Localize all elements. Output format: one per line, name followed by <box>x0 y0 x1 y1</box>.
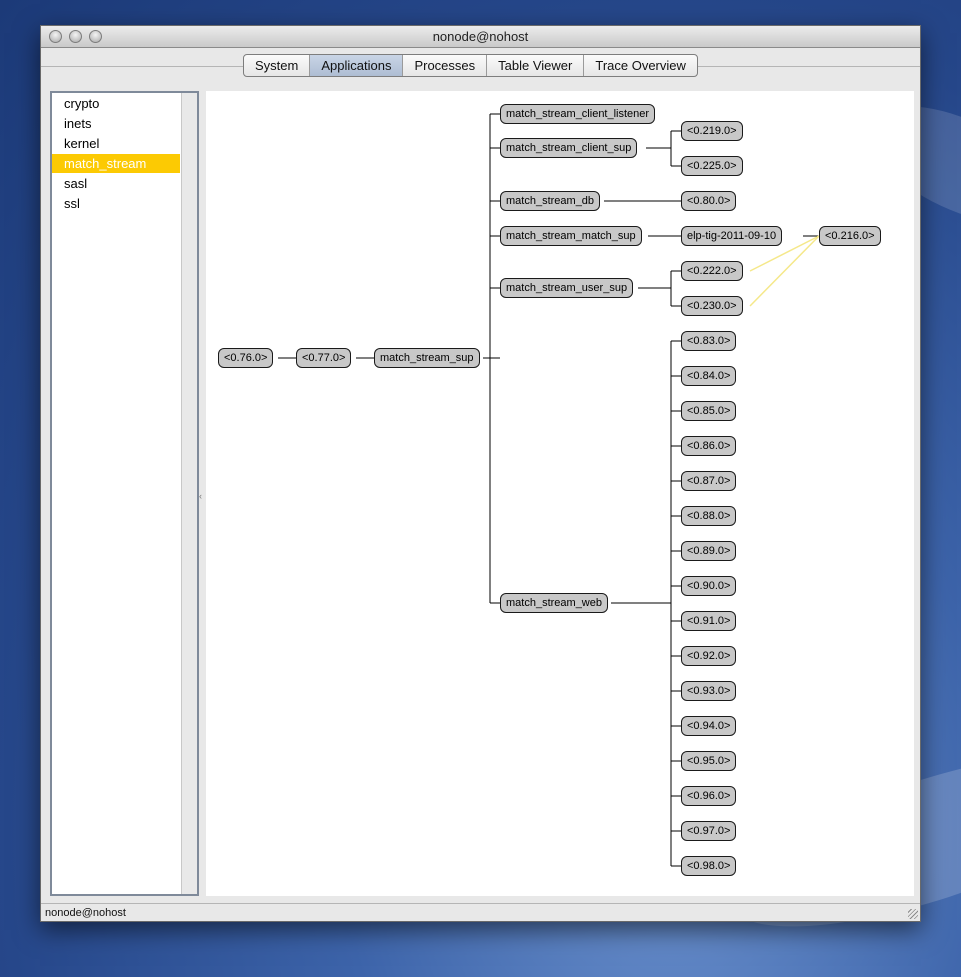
process-node[interactable]: <0.219.0> <box>681 121 743 141</box>
list-scrollbar[interactable] <box>181 93 197 894</box>
worker-node-web[interactable]: match_stream_web <box>500 593 608 613</box>
process-node-master[interactable]: <0.77.0> <box>296 348 352 368</box>
tab-applications[interactable]: Applications <box>310 55 404 76</box>
worker-node-client-listener[interactable]: match_stream_client_listener <box>500 104 656 124</box>
app-item-match-stream[interactable]: match_stream <box>52 154 180 173</box>
tab-bar: System Applications Processes Table View… <box>243 54 698 77</box>
web-child-process-node[interactable]: <0.95.0> <box>681 751 737 771</box>
web-child-process-node[interactable]: <0.97.0> <box>681 821 737 841</box>
match-node[interactable]: elp-tig-2011-09-10 <box>681 226 783 246</box>
app-window: nonode@nohost System Applications Proces… <box>40 25 921 922</box>
web-child-process-node[interactable]: <0.86.0> <box>681 436 737 456</box>
web-child-process-node[interactable]: <0.85.0> <box>681 401 737 421</box>
resize-grip-icon[interactable] <box>908 909 918 919</box>
tab-processes[interactable]: Processes <box>403 55 488 76</box>
web-child-process-node[interactable]: <0.92.0> <box>681 646 737 666</box>
supervisor-node-match-stream-sup[interactable]: match_stream_sup <box>374 348 480 368</box>
tab-trace-overview[interactable]: Trace Overview <box>584 55 697 76</box>
web-child-process-node[interactable]: <0.90.0> <box>681 576 737 596</box>
supervisor-node-user-sup[interactable]: match_stream_user_sup <box>500 278 634 298</box>
supervisor-node-client-sup[interactable]: match_stream_client_sup <box>500 138 638 158</box>
web-child-process-node[interactable]: <0.83.0> <box>681 331 737 351</box>
supervisor-node-match-sup[interactable]: match_stream_match_sup <box>500 226 642 246</box>
process-node[interactable]: <0.230.0> <box>681 296 743 316</box>
process-node[interactable]: <0.225.0> <box>681 156 743 176</box>
web-child-process-node[interactable]: <0.88.0> <box>681 506 737 526</box>
web-child-process-node[interactable]: <0.93.0> <box>681 681 737 701</box>
tab-table-viewer[interactable]: Table Viewer <box>487 55 585 76</box>
app-item-kernel[interactable]: kernel <box>52 134 180 153</box>
supervision-tree: <0.76.0> <0.77.0> match_stream_sup match… <box>206 91 914 896</box>
process-node-root[interactable]: <0.76.0> <box>218 348 274 368</box>
worker-node-db[interactable]: match_stream_db <box>500 191 601 211</box>
web-child-process-node[interactable]: <0.89.0> <box>681 541 737 561</box>
web-child-process-node[interactable]: <0.84.0> <box>681 366 737 386</box>
app-item-inets[interactable]: inets <box>52 114 180 133</box>
web-child-process-node[interactable]: <0.96.0> <box>681 786 737 806</box>
web-child-process-node[interactable]: <0.87.0> <box>681 471 737 491</box>
window-title: nonode@nohost <box>432 29 529 44</box>
app-item-ssl[interactable]: ssl <box>52 194 180 213</box>
status-bar: nonode@nohost <box>41 903 920 921</box>
process-node[interactable]: <0.80.0> <box>681 191 737 211</box>
split-pane-handle[interactable]: ‹ <box>199 491 202 501</box>
process-node[interactable]: <0.216.0> <box>819 226 881 246</box>
web-child-process-node[interactable]: <0.94.0> <box>681 716 737 736</box>
process-node[interactable]: <0.222.0> <box>681 261 743 281</box>
tree-connectors <box>278 113 820 867</box>
web-child-process-node[interactable]: <0.98.0> <box>681 856 737 876</box>
app-item-sasl[interactable]: sasl <box>52 174 180 193</box>
title-bar[interactable]: nonode@nohost <box>41 26 920 48</box>
tab-system[interactable]: System <box>244 55 311 76</box>
web-child-process-node[interactable]: <0.91.0> <box>681 611 737 631</box>
app-item-crypto[interactable]: crypto <box>52 94 180 113</box>
monitor-line <box>749 235 820 307</box>
application-list[interactable]: crypto inets kernel match_stream sasl ss… <box>50 91 199 896</box>
